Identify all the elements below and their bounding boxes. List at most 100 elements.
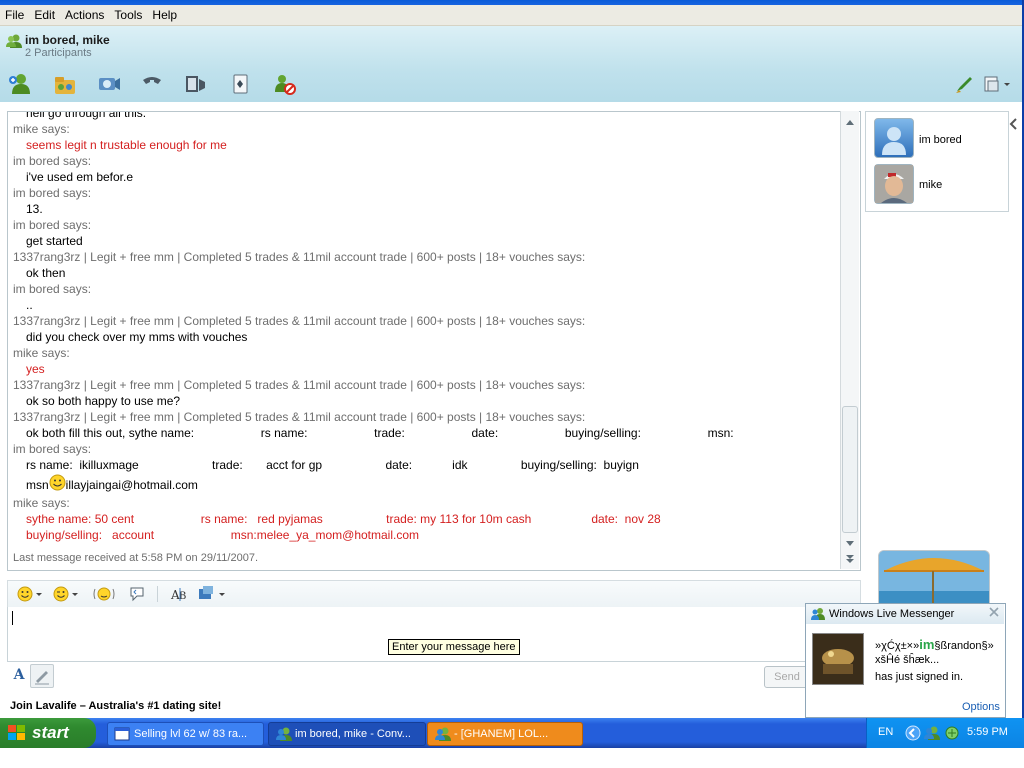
message-text: ok both fill this out, sythe name: rs na… — [26, 426, 734, 440]
invite-icon[interactable] — [8, 72, 34, 96]
menu-help[interactable]: Help — [147, 5, 182, 22]
scroll-thumb[interactable] — [842, 406, 858, 533]
message-text: ok then — [26, 266, 66, 280]
message-sender: im bored says: — [13, 186, 92, 200]
clock[interactable]: 5:59 PM — [967, 726, 1008, 738]
system-tray: EN 5:59 PM — [866, 718, 1024, 748]
display-picture[interactable] — [878, 550, 990, 603]
phone-call-icon[interactable] — [139, 72, 165, 96]
paint-brush-icon[interactable] — [954, 72, 980, 96]
notification-message: has just signed in. — [875, 671, 964, 683]
menu-file[interactable]: File — [0, 5, 29, 22]
avatar[interactable] — [874, 164, 914, 204]
message-text: sythe name: 50 cent rs name: red pyjamas… — [26, 512, 661, 526]
scroll-bottom-icon[interactable] — [845, 553, 855, 567]
conversation-title: im bored, mike — [25, 33, 110, 47]
participant-name: im bored — [919, 134, 962, 146]
message-sender: 1337rang3rz | Legit + free mm | Complete… — [13, 410, 586, 424]
taskbar-item-active[interactable]: im bored, mike - Conv... — [268, 722, 426, 746]
options-link[interactable]: Options — [962, 701, 1000, 713]
text-caret — [12, 611, 13, 625]
message-text: yes — [26, 362, 45, 376]
wink-icon[interactable] — [53, 585, 79, 606]
scroll-up-icon[interactable] — [845, 115, 855, 129]
send-button[interactable]: Send — [764, 666, 810, 688]
messenger-tray-icon[interactable] — [924, 725, 940, 744]
screen-bottom — [0, 748, 1024, 768]
message-text: ok so both happy to use me? — [26, 394, 181, 408]
participants-count: 2 Participants — [25, 47, 92, 59]
font-style-icon[interactable]: AB — [170, 585, 190, 606]
input-mode-buttons: A — [8, 664, 54, 688]
taskbar-item[interactable]: Selling lvl 62 w/ 83 ra... — [107, 722, 264, 746]
font-button[interactable]: A — [8, 664, 30, 686]
menu-tools[interactable]: Tools — [109, 5, 147, 22]
brand-tag: im — [919, 637, 935, 652]
input-tooltip: Enter your message here — [388, 639, 520, 655]
message-text: get started — [26, 234, 83, 248]
avatar[interactable] — [874, 118, 914, 158]
smiley-emoticon-icon — [49, 474, 66, 491]
message-text: illayjaingai@hotmail.com — [65, 478, 198, 492]
toolbar-separator — [157, 586, 158, 602]
ad-link[interactable]: Join Lavalife – Australia's #1 dating si… — [10, 700, 221, 712]
windows-logo-icon — [8, 725, 26, 746]
message-text: buying/selling: account msn:melee_ya_mom… — [26, 528, 420, 542]
contact-display-name: »χĆχ±×»im§ßrandon§» xšĤé šĥæk... — [875, 637, 994, 667]
scroll-down-icon[interactable] — [845, 537, 855, 551]
message-text: rs name: ikilluxmage trade: acct for gp … — [26, 458, 639, 472]
message-sender: 1337rang3rz | Legit + free mm | Complete… — [13, 250, 586, 264]
participant-name: mike — [919, 179, 943, 191]
nudge-icon[interactable] — [92, 585, 116, 606]
voice-clip-icon[interactable] — [128, 585, 146, 606]
message-sender: im bored says: — [13, 442, 92, 456]
handwriting-icon[interactable] — [30, 664, 54, 688]
menu-bar: File Edit Actions Tools Help — [0, 5, 1022, 26]
close-icon[interactable] — [988, 606, 1000, 621]
taskbar-item-flashing[interactable]: - [GHANEM] LOL... — [427, 722, 583, 746]
background-icon[interactable] — [198, 585, 228, 606]
message-sender: 1337rang3rz | Legit + free mm | Complete… — [13, 314, 586, 328]
message-sender: mike says: — [13, 496, 70, 510]
message-text: 13. — [26, 202, 43, 216]
message-text: did you check over my mms with vouches — [26, 330, 248, 344]
message-sender: im bored says: — [13, 282, 92, 296]
message-sender: im bored says: — [13, 218, 92, 232]
video-call-icon[interactable] — [95, 72, 121, 96]
message-sender: mike says: — [13, 346, 70, 360]
browser-window-icon — [114, 726, 130, 745]
message-text: .. — [26, 298, 33, 312]
message-line: msn illayjaingai@hotmail.com — [13, 473, 843, 495]
history-scrollbar[interactable] — [840, 111, 859, 569]
message-text: hell go through all this. — [26, 111, 147, 120]
notification-title: Windows Live Messenger — [829, 608, 955, 620]
message-text: i've used em befor.e — [26, 170, 134, 184]
menu-edit[interactable]: Edit — [29, 5, 60, 22]
start-button[interactable]: start — [0, 718, 96, 748]
chat-history[interactable]: hell go through all this. mike says: see… — [7, 111, 861, 571]
messenger-logo-icon — [811, 607, 825, 624]
emoticon-icon[interactable] — [17, 585, 43, 606]
activities-icon[interactable] — [183, 72, 209, 96]
contact-picture — [812, 633, 864, 685]
collapse-panel-icon[interactable] — [1008, 117, 1022, 137]
tray-expand-icon[interactable] — [905, 725, 921, 744]
network-tray-icon[interactable] — [944, 725, 960, 744]
block-icon[interactable] — [272, 72, 298, 96]
message-sender: im bored says: — [13, 154, 92, 168]
share-files-icon[interactable] — [52, 72, 78, 96]
display-options-icon[interactable] — [982, 72, 1010, 96]
last-message-status: Last message received at 5:58 PM on 29/1… — [13, 552, 259, 564]
format-toolbar: AB — [7, 580, 861, 608]
splitter-handle[interactable] — [415, 572, 451, 582]
messenger-icon — [435, 726, 451, 745]
message-text: msn — [26, 478, 49, 492]
message-sender: 1337rang3rz | Legit + free mm | Complete… — [13, 378, 586, 392]
message-text: seems legit n trustable enough for me — [26, 138, 227, 152]
menu-actions[interactable]: Actions — [60, 5, 109, 22]
contact-icon — [6, 33, 22, 49]
message-sender: mike says: — [13, 122, 70, 136]
games-icon[interactable] — [228, 72, 254, 96]
messenger-icon — [276, 726, 292, 745]
language-indicator[interactable]: EN — [878, 726, 893, 738]
